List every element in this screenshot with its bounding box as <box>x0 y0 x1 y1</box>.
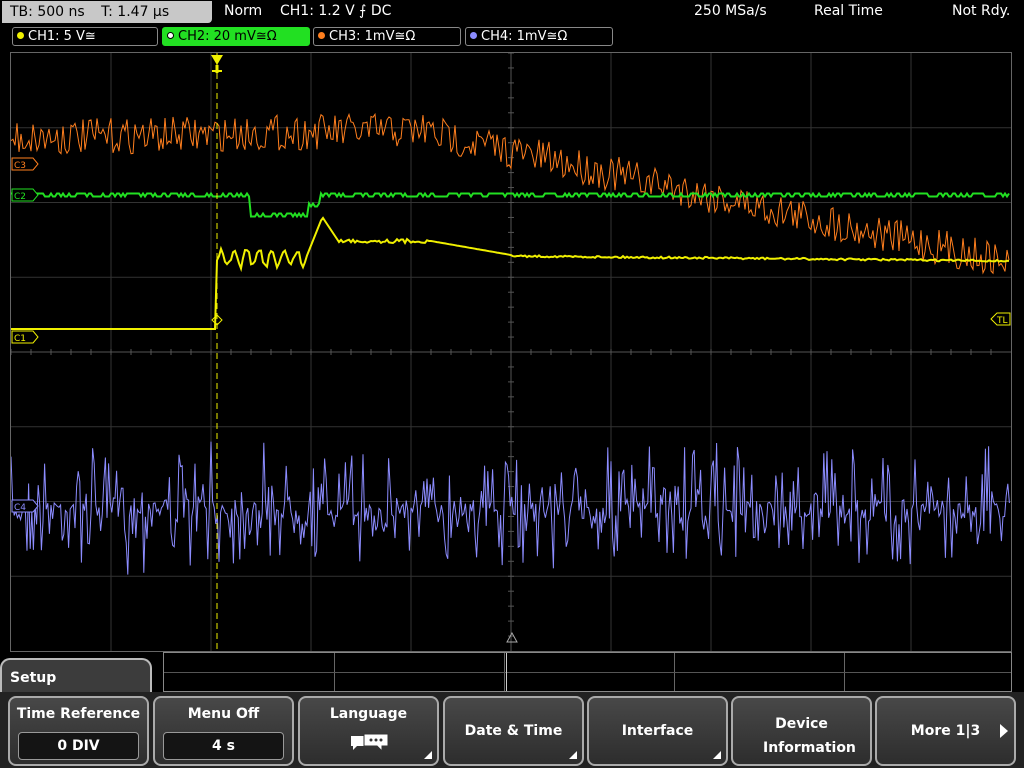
acquisition-mode: Real Time <box>814 3 883 19</box>
time-reference-label: Time Reference <box>16 706 141 722</box>
channel-1-marker[interactable]: C1 <box>11 330 39 344</box>
timebase-value: TB: 500 ns <box>10 4 85 20</box>
status-bar: TB: 500 ns T: 1.47 µs Norm CH1: 1.2 V ⨍ … <box>0 0 1024 24</box>
trigger-level-label: TL <box>996 316 1008 326</box>
acquisition-state: Not Rdy. <box>952 3 1011 19</box>
language-softkey[interactable]: Language <box>298 696 439 766</box>
overview-cursor <box>506 653 507 691</box>
channel-4-dot-icon <box>470 32 477 39</box>
trigger-time-value: T: 1.47 µs <box>101 4 170 20</box>
channel-3-marker-label: C3 <box>14 161 26 171</box>
date-time-label: Date & Time <box>464 723 563 739</box>
timebase-box[interactable]: TB: 500 ns T: 1.47 µs <box>2 1 212 23</box>
trigger-source[interactable]: CH1: 1.2 V ⨍ DC <box>280 3 391 19</box>
channel-3-dot-icon <box>318 32 325 39</box>
time-reference-icon <box>506 631 518 643</box>
trace-group <box>11 112 1010 575</box>
device-information-label: Device Information <box>763 716 856 756</box>
submenu-corner-icon <box>424 751 432 759</box>
waveform-svg: C3 C2 C1 C4 TL <box>11 53 1011 651</box>
channel-2-marker[interactable]: C2 <box>11 188 39 202</box>
channel-2-trace <box>11 190 1010 219</box>
trigger-position-icon <box>211 55 223 65</box>
submenu-corner-icon <box>569 751 577 759</box>
interface-label: Interface <box>621 723 694 739</box>
time-reference-softkey[interactable]: Time Reference 0 DIV <box>8 696 149 766</box>
channel-4-trace <box>11 441 1010 575</box>
channel-4-label: CH4: 1mV≅Ω <box>481 29 568 44</box>
channel-2-label: CH2: 20 mV≅Ω <box>178 29 277 44</box>
arrow-right-icon <box>1000 724 1008 738</box>
overview-midline <box>164 672 1011 673</box>
softkey-bar: Time Reference 0 DIV Menu Off 4 s Langua… <box>0 692 1024 768</box>
menu-title-tab: Setup <box>0 658 152 692</box>
channel-4-marker-label: C4 <box>14 503 26 513</box>
time-reference-value: 0 DIV <box>18 732 139 760</box>
menu-off-softkey[interactable]: Menu Off 4 s <box>153 696 294 766</box>
channel-3-marker[interactable]: C3 <box>11 157 39 171</box>
speech-bubbles-icon <box>351 733 389 753</box>
sample-rate: 250 MSa/s <box>694 3 767 19</box>
trigger-mode[interactable]: Norm <box>224 3 262 19</box>
channel-1-label: CH1: 5 V≅ <box>28 29 96 44</box>
menu-title: Setup <box>10 670 57 686</box>
more-softkey[interactable]: More 1|3 <box>875 696 1016 766</box>
more-label: More 1|3 <box>910 723 981 739</box>
channel-3-button[interactable]: CH3: 1mV≅Ω <box>313 27 461 46</box>
channel-bar: CH1: 5 V≅ CH2: 20 mV≅Ω CH3: 1mV≅Ω CH4: 1… <box>0 26 1024 48</box>
channel-4-marker[interactable]: C4 <box>11 499 39 513</box>
channel-3-label: CH3: 1mV≅Ω <box>329 29 416 44</box>
menu-off-label: Menu Off <box>187 706 260 722</box>
channel-1-dot-icon <box>17 32 24 39</box>
device-information-softkey[interactable]: Device Information <box>731 696 872 766</box>
trigger-level-marker[interactable]: TL <box>990 312 1011 326</box>
date-time-softkey[interactable]: Date & Time <box>443 696 584 766</box>
interface-softkey[interactable]: Interface <box>587 696 728 766</box>
channel-1-marker-label: C1 <box>14 334 26 344</box>
channel-2-button[interactable]: CH2: 20 mV≅Ω <box>162 27 310 46</box>
submenu-corner-icon <box>713 751 721 759</box>
channel-2-dot-icon <box>167 32 174 39</box>
language-label: Language <box>329 706 408 722</box>
overview-panel <box>163 652 1012 692</box>
menu-off-value: 4 s <box>163 732 284 760</box>
channel-4-button[interactable]: CH4: 1mV≅Ω <box>465 27 613 46</box>
channel-1-button[interactable]: CH1: 5 V≅ <box>12 27 158 46</box>
graticule-grid <box>11 53 1011 651</box>
channel-2-marker-label: C2 <box>14 192 26 202</box>
channel-1-trace <box>11 216 1010 330</box>
waveform-display[interactable]: C3 C2 C1 C4 TL <box>10 52 1012 652</box>
